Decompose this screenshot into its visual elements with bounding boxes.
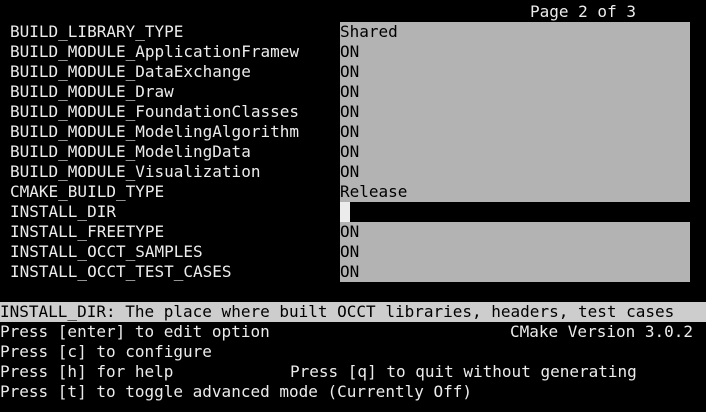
option-value-cursor[interactable] bbox=[340, 202, 350, 222]
option-name: CMAKE_BUILD_TYPE bbox=[10, 182, 165, 201]
option-row-build-module-modelingdata[interactable]: BUILD_MODULE_ModelingData ON bbox=[0, 142, 706, 162]
option-row-build-module-draw[interactable]: BUILD_MODULE_Draw ON bbox=[0, 82, 706, 102]
option-name: BUILD_MODULE_ModelingAlgorithm bbox=[10, 122, 299, 141]
option-name: BUILD_MODULE_ModelingData bbox=[10, 142, 251, 161]
option-value-field[interactable]: ON bbox=[340, 242, 690, 262]
option-value-field[interactable]: Release bbox=[340, 182, 690, 202]
page-indicator: Page 2 of 3 bbox=[530, 2, 636, 21]
quit-hint: Press [q] to quit without generating bbox=[290, 362, 637, 381]
option-row-build-module-dataexchange[interactable]: BUILD_MODULE_DataExchange ON bbox=[0, 62, 706, 82]
option-row-build-module-visualization[interactable]: BUILD_MODULE_Visualization ON bbox=[0, 162, 706, 182]
option-name: INSTALL_DIR bbox=[10, 202, 116, 221]
option-name: BUILD_MODULE_FoundationClasses bbox=[10, 102, 299, 121]
option-name: BUILD_MODULE_ApplicationFramew bbox=[10, 42, 299, 61]
option-value-field[interactable]: ON bbox=[340, 142, 690, 162]
option-row-build-module-applicationframework[interactable]: BUILD_MODULE_ApplicationFramew ON bbox=[0, 42, 706, 62]
edit-hint: Press [enter] to edit option bbox=[0, 322, 270, 341]
help-hint: Press [h] for help bbox=[0, 362, 174, 381]
option-row-install-occt-test-cases[interactable]: INSTALL_OCCT_TEST_CASES ON bbox=[0, 262, 706, 282]
option-value-field[interactable]: ON bbox=[340, 162, 690, 182]
configure-hint: Press [c] to configure bbox=[0, 342, 212, 361]
option-value-field[interactable]: Shared bbox=[340, 22, 690, 42]
option-row-build-module-modelingalgorithms[interactable]: BUILD_MODULE_ModelingAlgorithm ON bbox=[0, 122, 706, 142]
option-value-field[interactable]: ON bbox=[340, 62, 690, 82]
option-row-build-module-foundationclasses[interactable]: BUILD_MODULE_FoundationClasses ON bbox=[0, 102, 706, 122]
option-value-field[interactable]: ON bbox=[340, 262, 690, 282]
option-value-field[interactable]: ON bbox=[340, 102, 690, 122]
option-row-install-dir[interactable]: INSTALL_DIR bbox=[0, 202, 706, 222]
option-name: BUILD_MODULE_DataExchange bbox=[10, 62, 251, 81]
option-row-install-freetype[interactable]: INSTALL_FREETYPE ON bbox=[0, 222, 706, 242]
option-value-field[interactable]: ON bbox=[340, 122, 690, 142]
option-row-build-library-type[interactable]: BUILD_LIBRARY_TYPE Shared bbox=[0, 22, 706, 42]
option-description-bar: INSTALL_DIR: The place where built OCCT … bbox=[0, 302, 706, 322]
option-name: INSTALL_OCCT_SAMPLES bbox=[10, 242, 203, 261]
option-row-install-occt-samples[interactable]: INSTALL_OCCT_SAMPLES ON bbox=[0, 242, 706, 262]
toggle-advanced-hint: Press [t] to toggle advanced mode (Curre… bbox=[0, 382, 473, 401]
option-row-cmake-build-type[interactable]: CMAKE_BUILD_TYPE Release bbox=[0, 182, 706, 202]
option-name: BUILD_MODULE_Draw bbox=[10, 82, 174, 101]
option-value-field[interactable]: ON bbox=[340, 82, 690, 102]
option-value-field[interactable]: ON bbox=[340, 42, 690, 62]
option-name: INSTALL_OCCT_TEST_CASES bbox=[10, 262, 232, 281]
option-name: BUILD_LIBRARY_TYPE bbox=[10, 22, 184, 41]
option-value-field[interactable]: ON bbox=[340, 222, 690, 242]
option-name: INSTALL_FREETYPE bbox=[10, 222, 165, 241]
cmake-version: CMake Version 3.0.2 bbox=[510, 322, 694, 341]
option-name: BUILD_MODULE_Visualization bbox=[10, 162, 261, 181]
